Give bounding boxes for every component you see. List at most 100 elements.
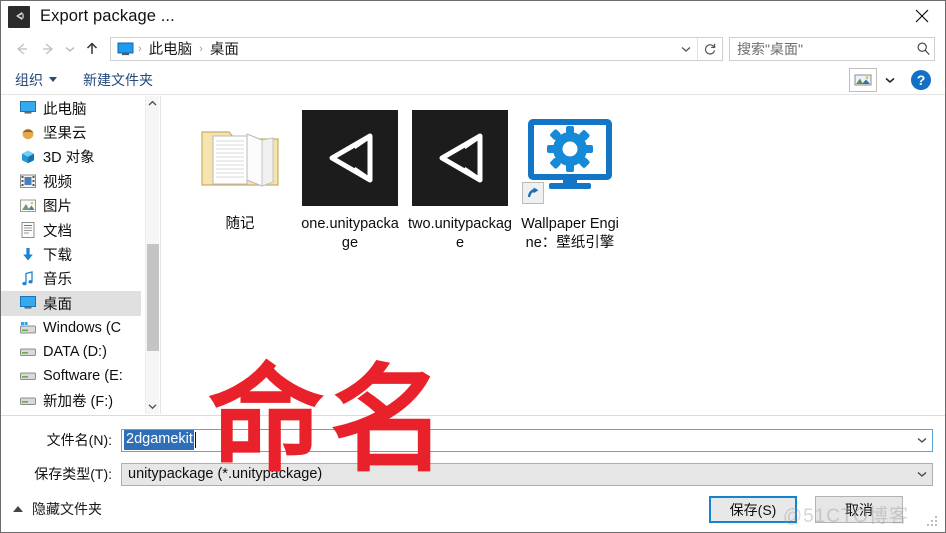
- music-icon: [19, 271, 36, 287]
- search-input[interactable]: [730, 39, 912, 58]
- sidebar-item-software-drive[interactable]: Software (E:: [1, 364, 141, 388]
- hide-folders-label: 隐藏文件夹: [32, 501, 102, 517]
- folder-icon: [192, 110, 288, 206]
- unity-package-icon: [302, 110, 398, 206]
- filetype-row: 保存类型(T): unitypackage (*.unitypackage): [1, 461, 945, 487]
- file-label: 随记: [225, 216, 255, 232]
- sidebar-item-label: DATA (D:): [43, 344, 107, 361]
- view-mode-icon[interactable]: [849, 67, 877, 92]
- drive-icon: [19, 368, 36, 384]
- sidebar-item-videos[interactable]: 视频: [1, 169, 141, 193]
- help-label: ?: [916, 71, 926, 88]
- file-grid: 随记 one.unitypackage two.unitypackage Wal…: [185, 110, 945, 253]
- sidebar-item-nutstore[interactable]: 坚果云: [1, 120, 141, 144]
- desktop-icon: [19, 295, 36, 311]
- sidebar-item-desktop[interactable]: 桌面: [1, 291, 141, 316]
- text-cursor: [194, 432, 196, 448]
- view-mode-chevron-down-icon[interactable]: [881, 69, 899, 91]
- help-icon[interactable]: ?: [911, 69, 931, 90]
- new-folder-label: 新建文件夹: [83, 71, 153, 88]
- sidebar-item-new-volume-drive[interactable]: 新加卷 (F:): [1, 389, 141, 413]
- sidebar-item-this-pc[interactable]: 此电脑: [1, 96, 141, 120]
- filetype-chevron-down-icon[interactable]: [912, 464, 932, 485]
- this-pc-icon: [19, 100, 36, 116]
- pictures-icon: [19, 198, 36, 214]
- sidebar-item-label: 此电脑: [43, 101, 87, 118]
- sidebar-item-label: 图片: [43, 199, 72, 216]
- file-item[interactable]: Wallpaper Engine：壁纸引擎: [515, 110, 625, 253]
- scroll-down-chevron-down-icon[interactable]: [146, 399, 159, 414]
- 3d-objects-icon: [19, 149, 36, 165]
- scroll-up-chevron-up-icon[interactable]: [146, 96, 159, 111]
- filename-row: 文件名(N): 2dgamekit: [1, 427, 945, 453]
- sidebar-item-label: 视频: [43, 174, 72, 191]
- sidebar-item-label: 新加卷 (F:): [43, 394, 114, 411]
- filename-value: 2dgamekit: [124, 430, 194, 450]
- organize-label: 组织: [15, 71, 43, 88]
- documents-icon: [19, 222, 36, 239]
- wallpaper-engine-icon: [522, 110, 618, 206]
- save-button[interactable]: 保存(S): [709, 496, 797, 523]
- filetype-value: unitypackage (*.unitypackage): [128, 466, 323, 482]
- scrollbar-thumb[interactable]: [147, 244, 159, 351]
- address-chevron-down-icon[interactable]: [675, 38, 697, 60]
- breadcrumb-desktop[interactable]: 桌面: [207, 38, 242, 59]
- arrow-right-icon: [35, 36, 61, 62]
- file-item[interactable]: 随记: [185, 110, 295, 234]
- sidebar-item-label: Software (E:: [43, 368, 123, 385]
- drive-icon: [19, 344, 36, 360]
- sidebar-item-3d-objects[interactable]: 3D 对象: [1, 145, 141, 169]
- sidebar-item-downloads[interactable]: 下载: [1, 242, 141, 266]
- organize-button[interactable]: 组织: [15, 70, 57, 90]
- file-item[interactable]: two.unitypackage: [405, 110, 515, 253]
- this-pc-icon: [117, 42, 134, 56]
- unity-package-icon: [412, 110, 508, 206]
- save-form: 文件名(N): 2dgamekit 保存类型(T): unitypackage …: [1, 415, 945, 491]
- breadcrumb-this-pc[interactable]: 此电脑: [146, 38, 196, 59]
- cancel-button[interactable]: 取消: [815, 496, 903, 523]
- file-label: two.unitypackage: [408, 216, 512, 251]
- navigation-scrollbar[interactable]: [145, 96, 159, 414]
- cancel-label: 取消: [845, 501, 873, 518]
- sidebar-item-label: 坚果云: [43, 126, 87, 143]
- search-icon[interactable]: [912, 41, 934, 56]
- file-item[interactable]: one.unitypackage: [295, 110, 405, 253]
- search-box[interactable]: [729, 36, 935, 61]
- arrow-up-icon[interactable]: [79, 36, 105, 62]
- drive-icon: [19, 393, 36, 409]
- sidebar-item-label: 音乐: [43, 272, 72, 289]
- shortcut-arrow-icon: [522, 182, 544, 204]
- command-toolbar: 组织 新建文件夹 ?: [1, 65, 945, 95]
- resize-grip[interactable]: [927, 516, 939, 528]
- sidebar-item-music[interactable]: 音乐: [1, 267, 141, 291]
- file-list-pane[interactable]: 随记 one.unitypackage two.unitypackage Wal…: [161, 96, 945, 414]
- windows-drive-icon: [19, 320, 36, 336]
- sidebar-item-documents[interactable]: 文档: [1, 218, 141, 242]
- window-title: Export package ...: [40, 7, 175, 25]
- file-label: Wallpaper Engine：壁纸引擎: [521, 216, 619, 251]
- sidebar-item-label: Windows (C: [43, 319, 122, 336]
- navigation-pane: 此电脑 坚果云 3D 对象 视频 图片 文档 下载 音乐 桌面 Windows …: [1, 96, 141, 414]
- filetype-label: 保存类型(T):: [34, 466, 112, 482]
- filetype-select[interactable]: unitypackage (*.unitypackage): [121, 462, 933, 486]
- file-label: one.unitypackage: [301, 216, 399, 251]
- caret-down-icon: [49, 77, 57, 82]
- arrow-left-icon[interactable]: [9, 36, 35, 62]
- refresh-icon[interactable]: [697, 37, 722, 60]
- close-icon[interactable]: [899, 1, 945, 31]
- new-folder-button[interactable]: 新建文件夹: [83, 70, 153, 90]
- recent-locations-chevron-down-icon[interactable]: [61, 36, 79, 62]
- address-bar[interactable]: › 此电脑 › 桌面: [110, 36, 723, 61]
- filename-input[interactable]: 2dgamekit: [121, 428, 933, 452]
- breadcrumb-separator: ›: [138, 42, 142, 55]
- unity-icon: [8, 5, 30, 28]
- sidebar-item-pictures[interactable]: 图片: [1, 194, 141, 218]
- sidebar-item-windows-drive[interactable]: Windows (C: [1, 316, 141, 340]
- hide-folders-button[interactable]: 隐藏文件夹: [13, 499, 102, 519]
- address-row: › 此电脑 › 桌面: [1, 32, 945, 65]
- dialog-footer: 隐藏文件夹 保存(S) 取消: [1, 490, 945, 532]
- filename-chevron-down-icon[interactable]: [912, 430, 932, 451]
- videos-icon: [19, 173, 36, 189]
- sidebar-item-data-drive[interactable]: DATA (D:): [1, 340, 141, 364]
- save-label: 保存(S): [729, 501, 777, 518]
